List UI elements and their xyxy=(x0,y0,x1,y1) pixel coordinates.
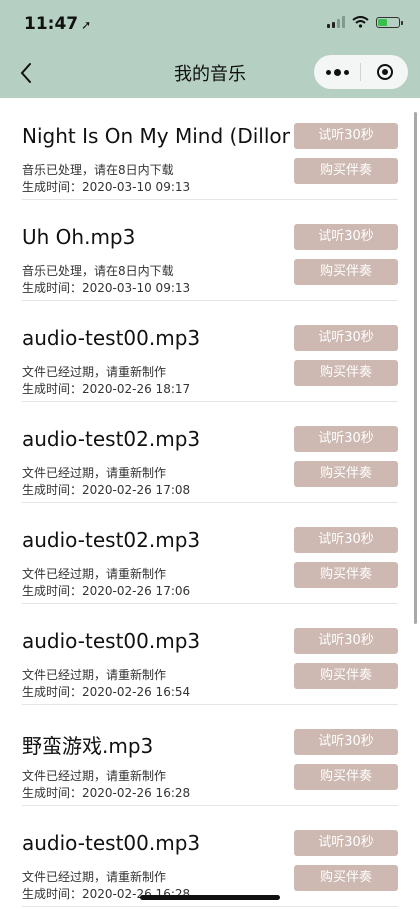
song-status: 文件已经过期，请重新制作 xyxy=(22,668,167,682)
song-title: audio-test00.mp3 xyxy=(22,326,201,350)
list-item: audio-test00.mp3 文件已经过期，请重新制作 生成时间：2020-… xyxy=(22,300,398,402)
location-arrow-icon: ➚ xyxy=(81,18,92,32)
list-item: audio-test02.mp3 文件已经过期，请重新制作 生成时间：2020-… xyxy=(22,401,398,503)
buy-accompaniment-button[interactable]: 购买伴奏 xyxy=(294,764,398,790)
song-time: 生成时间：2020-03-10 09:13 xyxy=(22,281,191,295)
song-status: 文件已经过期，请重新制作 xyxy=(22,769,167,783)
record-target-icon xyxy=(376,64,393,80)
song-title: audio-test02.mp3 xyxy=(22,427,201,451)
song-time: 生成时间：2020-03-10 09:13 xyxy=(22,180,191,194)
list-item: audio-test00.mp3 文件已经过期，请重新制作 生成时间：2020-… xyxy=(22,603,398,705)
clock: 11:47 xyxy=(24,14,79,34)
listen-30s-button[interactable]: 试听30秒 xyxy=(294,628,398,654)
listen-30s-button[interactable]: 试听30秒 xyxy=(294,123,398,149)
song-status: 文件已经过期，请重新制作 xyxy=(22,365,167,379)
song-time: 生成时间：2020-02-26 18:17 xyxy=(22,382,191,396)
listen-30s-button[interactable]: 试听30秒 xyxy=(294,224,398,250)
song-status: 文件已经过期，请重新制作 xyxy=(22,466,167,480)
song-status: 音乐已处理，请在8日内下载 xyxy=(22,264,174,278)
mini-program-capsule xyxy=(314,55,408,89)
song-time: 生成时间：2020-02-26 17:06 xyxy=(22,584,191,598)
buy-accompaniment-button[interactable]: 购买伴奏 xyxy=(294,865,398,891)
listen-30s-button[interactable]: 试听30秒 xyxy=(294,426,398,452)
scrollbar[interactable] xyxy=(414,112,417,624)
buy-accompaniment-button[interactable]: 购买伴奏 xyxy=(294,158,398,184)
song-time: 生成时间：2020-02-26 16:54 xyxy=(22,685,191,699)
home-indicator[interactable] xyxy=(140,895,280,900)
more-dots-icon[interactable] xyxy=(314,68,360,76)
buy-accompaniment-button[interactable]: 购买伴奏 xyxy=(294,461,398,487)
list-item: 野蛮游戏.mp3 文件已经过期，请重新制作 生成时间：2020-02-26 16… xyxy=(22,704,398,806)
listen-30s-button[interactable]: 试听30秒 xyxy=(294,527,398,553)
listen-30s-button[interactable]: 试听30秒 xyxy=(294,830,398,856)
close-capsule-button[interactable] xyxy=(361,64,408,80)
buy-accompaniment-button[interactable]: 购买伴奏 xyxy=(294,259,398,285)
song-time: 生成时间：2020-02-26 17:08 xyxy=(22,483,191,497)
song-title: audio-test00.mp3 xyxy=(22,831,201,855)
song-title: Uh Oh.mp3 xyxy=(22,225,136,249)
status-time: 11:47 ➚ xyxy=(24,14,91,34)
buy-accompaniment-button[interactable]: 购买伴奏 xyxy=(294,663,398,689)
buy-accompaniment-button[interactable]: 购买伴奏 xyxy=(294,360,398,386)
song-title: 野蛮游戏.mp3 xyxy=(22,734,154,758)
list-item: Night Is On My Mind (Dillon 音乐已处理，请在8日内下… xyxy=(22,98,398,200)
song-status: 音乐已处理，请在8日内下载 xyxy=(22,163,174,177)
battery-icon xyxy=(376,16,403,28)
song-status: 文件已经过期，请重新制作 xyxy=(22,567,167,581)
song-title: Night Is On My Mind (Dillon xyxy=(22,124,290,148)
status-icons xyxy=(327,16,403,28)
list-item: Uh Oh.mp3 音乐已处理，请在8日内下载 生成时间：2020-03-10 … xyxy=(22,199,398,301)
listen-30s-button[interactable]: 试听30秒 xyxy=(294,729,398,755)
list-item: audio-test02.mp3 文件已经过期，请重新制作 生成时间：2020-… xyxy=(22,502,398,604)
buy-accompaniment-button[interactable]: 购买伴奏 xyxy=(294,562,398,588)
listen-30s-button[interactable]: 试听30秒 xyxy=(294,325,398,351)
cellular-signal-icon xyxy=(327,16,345,28)
song-status: 文件已经过期，请重新制作 xyxy=(22,870,167,884)
song-time: 生成时间：2020-02-26 16:28 xyxy=(22,786,191,800)
song-title: audio-test02.mp3 xyxy=(22,528,201,552)
wifi-icon xyxy=(352,16,369,28)
header: 11:47 ➚ 我的音乐 xyxy=(0,0,420,98)
list-item: audio-test00.mp3 文件已经过期，请重新制作 生成时间：2020-… xyxy=(22,805,398,907)
song-title: audio-test00.mp3 xyxy=(22,629,201,653)
